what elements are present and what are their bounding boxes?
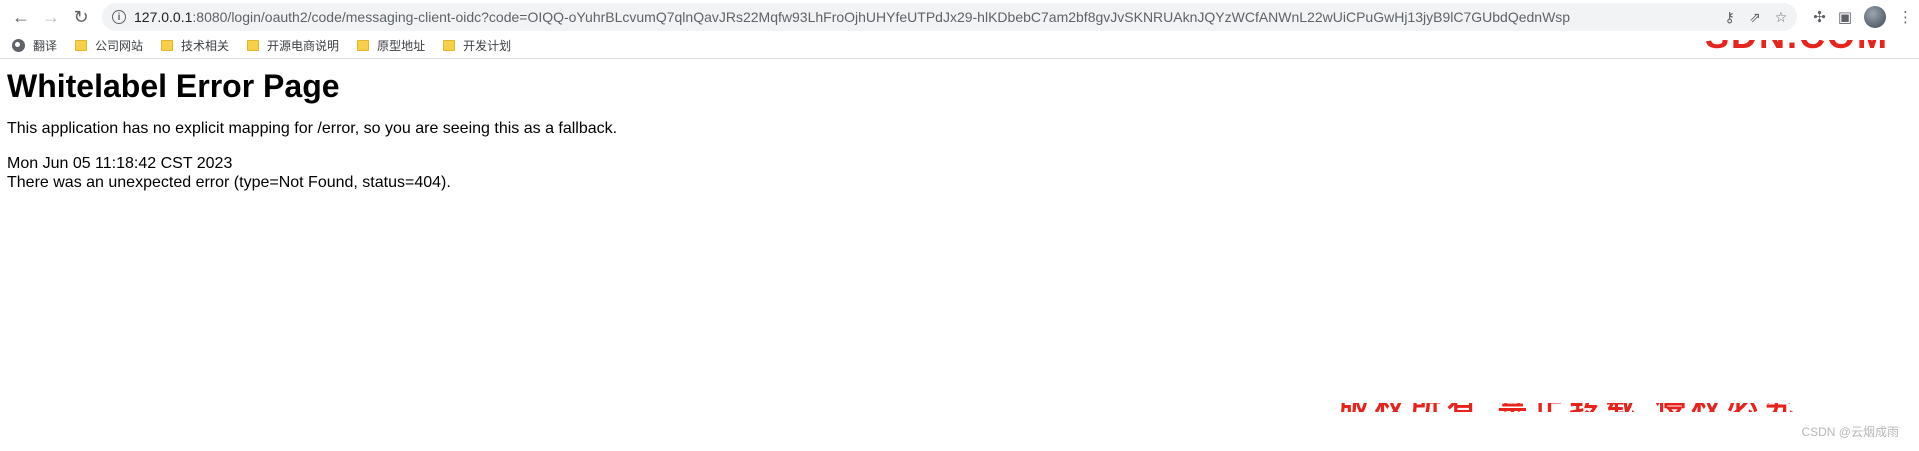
address-bar[interactable]: i 127.0.0.1:8080/login/oauth2/code/messa… [102, 3, 1798, 31]
watermark-top-glyphs: SDN.COM [1705, 40, 1915, 52]
error-status: There was an unexpected error (type=Not … [7, 174, 451, 192]
extensions-puzzle-icon[interactable]: ✣ [1813, 8, 1826, 26]
url-host: 127.0.0.1 [134, 9, 193, 25]
page-content: Whitelabel Error Page This application h… [0, 68, 1919, 192]
bookmark-label: 原型地址 [377, 38, 426, 53]
globe-icon [12, 38, 25, 52]
bookmark-label: 翻译 [33, 38, 58, 53]
url-path: :8080/login/oauth2/code/messaging-client… [192, 9, 1571, 25]
forward-arrow-icon: → [42, 6, 60, 27]
bookmark-star-icon[interactable]: ☆ [1775, 9, 1788, 26]
watermark-bottom: 版权所有 禁止转载 侵权必究 CSDN @云烟成雨 [1339, 403, 1899, 443]
folder-icon [161, 39, 174, 51]
browser-toolbar: ← → ↻ i 127.0.0.1:8080/login/oauth2/code… [0, 0, 1919, 34]
error-timestamp: Mon Jun 05 11:18:42 CST 2023 [7, 154, 233, 172]
page-title: Whitelabel Error Page [7, 68, 340, 104]
bookmark-label: 技术相关 [181, 38, 230, 53]
bookmark-label: 公司网站 [95, 38, 144, 53]
back-arrow-icon: ← [12, 6, 30, 27]
folder-icon [247, 39, 260, 51]
forward-button[interactable]: → [36, 2, 66, 32]
profile-avatar[interactable] [1864, 6, 1886, 28]
watermark-red-glyphs: 版权所有 禁止转载 侵权必究 [1339, 403, 1869, 412]
bookmark-dev-plan[interactable]: 开发计划 [443, 37, 511, 54]
url-text[interactable]: 127.0.0.1:8080/login/oauth2/code/messagi… [134, 9, 1713, 25]
bookmark-tech[interactable]: 技术相关 [161, 37, 229, 54]
folder-icon [443, 39, 456, 51]
bookmark-translate[interactable]: 翻译 [12, 37, 57, 54]
folder-icon [75, 39, 88, 51]
folder-icon [357, 39, 370, 51]
watermark-red-fragment: 版权所有 禁止转载 侵权必究 [1339, 403, 1869, 412]
watermark-top-fragment: SDN.COM [1705, 40, 1915, 52]
omnibox-actions: ⚷ ⇗ ☆ [1725, 9, 1788, 26]
back-button[interactable]: ← [6, 2, 36, 32]
reload-button[interactable]: ↻ [66, 2, 96, 32]
side-panel-icon[interactable]: ▣ [1838, 8, 1852, 26]
bookmark-open-source-ecommerce[interactable]: 开源电商说明 [247, 37, 339, 54]
error-message: This application has no explicit mapping… [7, 119, 618, 137]
extension-area: ✣ ▣ ⋮ [1813, 6, 1913, 28]
share-icon[interactable]: ⇗ [1749, 9, 1761, 26]
browser-chrome: ← → ↻ i 127.0.0.1:8080/login/oauth2/code… [0, 0, 1919, 59]
bookmark-label: 开源电商说明 [267, 38, 340, 53]
key-icon[interactable]: ⚷ [1725, 9, 1735, 26]
more-menu-icon[interactable]: ⋮ [1898, 8, 1913, 26]
bookmark-prototype[interactable]: 原型地址 [357, 37, 425, 54]
site-info-icon[interactable]: i [112, 10, 126, 24]
csdn-watermark: CSDN @云烟成雨 [1801, 425, 1899, 439]
bookmark-company-site[interactable]: 公司网站 [75, 37, 143, 54]
bookmark-label: 开发计划 [463, 38, 512, 53]
bookmarks-bar: 翻译 公司网站 技术相关 开源电商说明 原型地址 开发计划 [0, 34, 1919, 59]
reload-icon: ↻ [73, 6, 89, 27]
